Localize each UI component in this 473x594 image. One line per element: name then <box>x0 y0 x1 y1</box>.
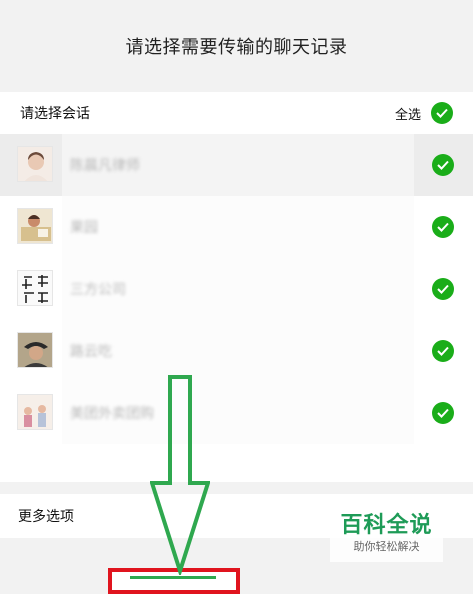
conversation-name: 路云吃 <box>70 344 112 360</box>
avatar <box>17 146 53 182</box>
avatar <box>17 208 53 244</box>
conversation-name: 三方公司 <box>70 282 126 298</box>
down-arrow-annotation <box>150 375 210 575</box>
name-blur-mask <box>62 320 414 382</box>
conversation-name: 陈晨凡律师 <box>70 158 140 174</box>
avatar <box>17 332 53 368</box>
conversation-row[interactable]: 陈晨凡律师 <box>0 134 473 196</box>
watermark-title: 百科全说 <box>340 513 433 538</box>
conversation-row[interactable]: 果园 <box>0 196 473 258</box>
checked-icon[interactable] <box>432 216 454 238</box>
watermark-subtitle: 助你轻松解决 <box>353 540 420 553</box>
conversation-name: 美团外卖团购 <box>70 406 154 422</box>
select-all-label: 全选 <box>394 107 421 123</box>
checked-icon[interactable] <box>432 278 454 300</box>
page-header: 请选择需要传输的聊天记录 <box>0 0 473 92</box>
select-all-toggle[interactable]: 全选 <box>395 102 453 124</box>
checked-icon[interactable] <box>432 402 454 424</box>
name-blur-mask <box>62 196 414 258</box>
select-all-check-icon[interactable] <box>431 102 453 124</box>
checked-icon[interactable] <box>432 154 454 176</box>
avatar <box>17 394 53 430</box>
conversation-section-header: 请选择会话 全选 <box>0 92 473 134</box>
conversation-name: 果园 <box>70 220 98 236</box>
section-title: 请选择会话 <box>20 106 90 122</box>
watermark: 百科全说 助你轻松解决 <box>330 510 443 562</box>
more-options-label: 更多选项 <box>18 509 74 525</box>
avatar <box>17 270 53 306</box>
button-highlight-bar <box>130 576 216 579</box>
conversation-row[interactable]: 路云吃 <box>0 320 473 382</box>
conversation-row[interactable]: 美团外卖团购 <box>0 382 473 444</box>
page-title: 请选择需要传输的聊天记录 <box>125 37 348 58</box>
checked-icon[interactable] <box>432 340 454 362</box>
conversation-list: 请选择会话 全选 陈晨凡律师 果园 三方公司 路云吃 美团外卖团购 <box>0 92 473 482</box>
conversation-row[interactable]: 三方公司 <box>0 258 473 320</box>
